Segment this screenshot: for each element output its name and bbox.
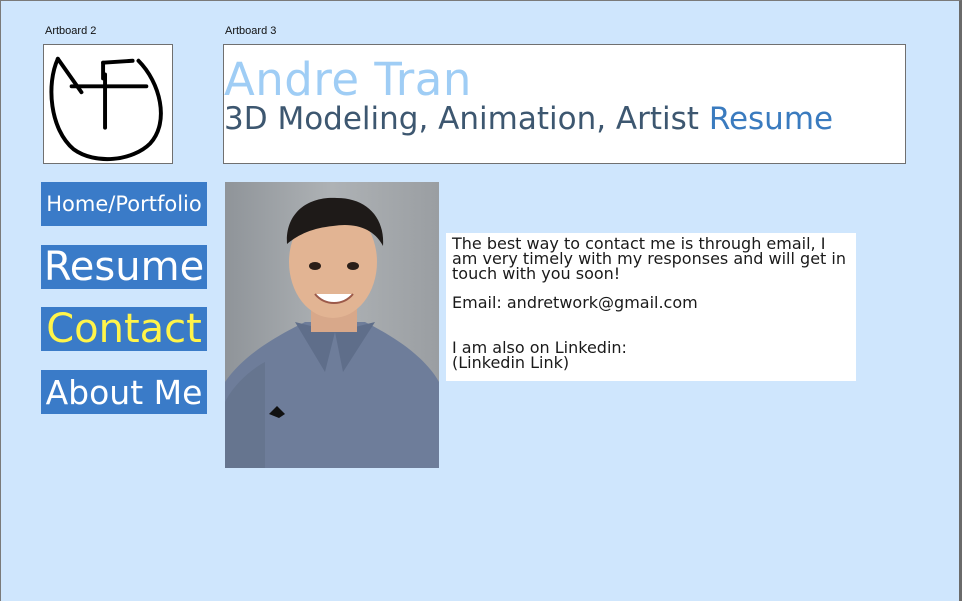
artboard-canvas: Artboard 2 Artboard 3 Andre Tran 3D Mode… bbox=[0, 0, 962, 601]
page-title-name: Andre Tran bbox=[224, 53, 472, 106]
nav-home-label: Home/Portfolio bbox=[46, 192, 202, 216]
portrait-photo bbox=[225, 182, 439, 468]
header-box: Andre Tran 3D Modeling, Animation, Artis… bbox=[223, 44, 906, 164]
contact-info-box: The best way to contact me is through em… bbox=[446, 233, 856, 381]
subtitle-accent: Resume bbox=[708, 101, 834, 137]
nav-resume-label: Resume bbox=[43, 245, 205, 289]
portrait-photo-icon bbox=[225, 182, 439, 468]
subtitle-text: 3D Modeling, Animation, Artist bbox=[224, 101, 699, 137]
page-subtitle: 3D Modeling, Animation, Artist Resume bbox=[224, 101, 833, 137]
contact-email-text[interactable]: Email: andretwork@gmail.com bbox=[452, 295, 850, 311]
artboard-3-label[interactable]: Artboard 3 bbox=[225, 25, 276, 37]
nav-contact-label: Contact bbox=[46, 307, 202, 351]
nav-contact-button[interactable]: Contact bbox=[41, 307, 207, 351]
nav-about-label: About Me bbox=[45, 372, 203, 412]
at-monogram-logo-icon bbox=[49, 56, 163, 162]
nav-about-me-button[interactable]: About Me bbox=[41, 370, 207, 414]
nav-resume-button[interactable]: Resume bbox=[41, 245, 207, 289]
linkedin-link[interactable]: (Linkedin Link) bbox=[452, 355, 850, 371]
artboard-2-label[interactable]: Artboard 2 bbox=[45, 25, 96, 37]
nav-home-portfolio-button[interactable]: Home/Portfolio bbox=[41, 182, 207, 226]
logo-box bbox=[43, 44, 173, 164]
contact-intro-text: The best way to contact me is through em… bbox=[452, 234, 846, 283]
